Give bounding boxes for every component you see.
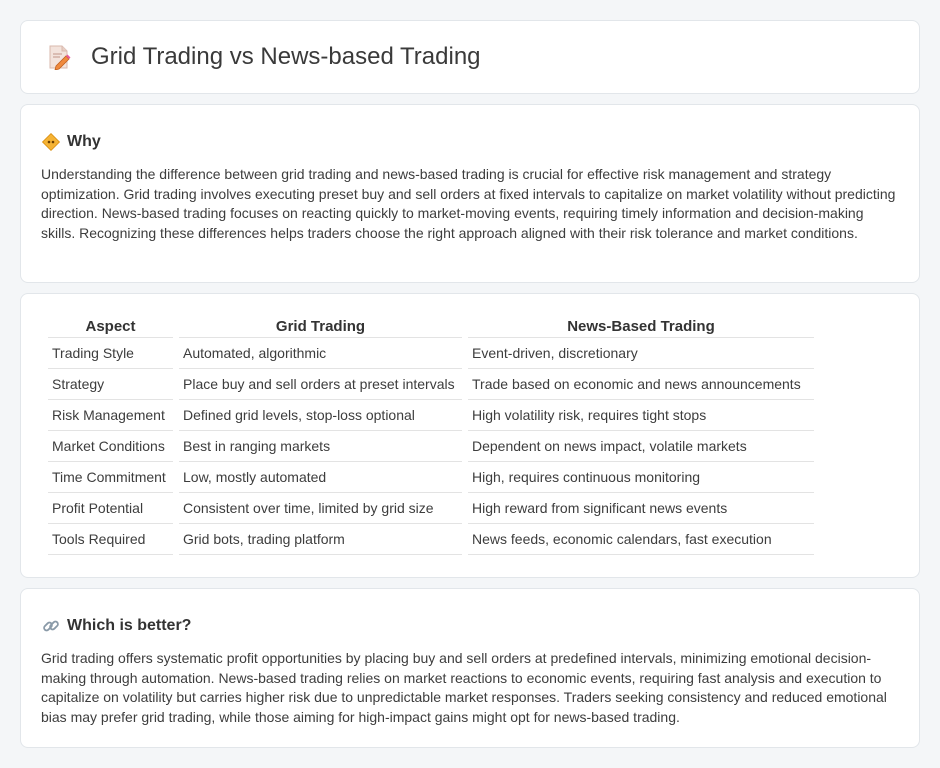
why-heading: Why bbox=[67, 133, 101, 150]
table-row: Market Conditions Best in ranging market… bbox=[48, 431, 814, 462]
which-is-better-section: Which is better? Grid trading offers sys… bbox=[20, 588, 920, 748]
why-heading-row: Why bbox=[21, 105, 919, 155]
page-title: Grid Trading vs News-based Trading bbox=[91, 43, 481, 70]
cell-aspect: Tools Required bbox=[48, 524, 173, 555]
cell-grid: Best in ranging markets bbox=[179, 431, 462, 462]
cell-grid: Low, mostly automated bbox=[179, 462, 462, 493]
cell-aspect: Risk Management bbox=[48, 400, 173, 431]
better-heading-row: Which is better? bbox=[21, 589, 919, 639]
comparison-table: Aspect Grid Trading News-Based Trading T… bbox=[42, 316, 820, 555]
cell-grid: Grid bots, trading platform bbox=[179, 524, 462, 555]
cell-aspect: Strategy bbox=[48, 369, 173, 400]
cell-grid: Automated, algorithmic bbox=[179, 338, 462, 369]
cell-grid: Defined grid levels, stop-loss optional bbox=[179, 400, 462, 431]
header-aspect: Aspect bbox=[48, 316, 173, 338]
cell-news: News feeds, economic calendars, fast exe… bbox=[468, 524, 814, 555]
table-row: Tools Required Grid bots, trading platfo… bbox=[48, 524, 814, 555]
better-text: Grid trading offers systematic profit op… bbox=[41, 650, 887, 725]
document-pencil-icon bbox=[49, 45, 71, 70]
cell-aspect: Profit Potential bbox=[48, 493, 173, 524]
cell-aspect: Time Commitment bbox=[48, 462, 173, 493]
better-heading: Which is better? bbox=[67, 617, 192, 634]
diamond-sign-icon bbox=[41, 132, 61, 152]
table-row: Trading Style Automated, algorithmic Eve… bbox=[48, 338, 814, 369]
header-news-trading: News-Based Trading bbox=[468, 316, 814, 338]
cell-aspect: Trading Style bbox=[48, 338, 173, 369]
cell-news: High volatility risk, requires tight sto… bbox=[468, 400, 814, 431]
cell-news: Event-driven, discretionary bbox=[468, 338, 814, 369]
header-grid-trading: Grid Trading bbox=[179, 316, 462, 338]
cell-aspect: Market Conditions bbox=[48, 431, 173, 462]
cell-news: Trade based on economic and news announc… bbox=[468, 369, 814, 400]
cell-grid: Consistent over time, limited by grid si… bbox=[179, 493, 462, 524]
comparison-section: Aspect Grid Trading News-Based Trading T… bbox=[20, 293, 920, 578]
cell-grid: Place buy and sell orders at preset inte… bbox=[179, 369, 462, 400]
cell-news: High, requires continuous monitoring bbox=[468, 462, 814, 493]
why-text: Understanding the difference between gri… bbox=[41, 166, 896, 241]
cell-news: High reward from significant news events bbox=[468, 493, 814, 524]
table-row: Strategy Place buy and sell orders at pr… bbox=[48, 369, 814, 400]
header-card: Grid Trading vs News-based Trading bbox=[20, 20, 920, 94]
cell-news: Dependent on news impact, volatile marke… bbox=[468, 431, 814, 462]
table-header-row: Aspect Grid Trading News-Based Trading bbox=[48, 316, 814, 338]
why-section: Why Understanding the difference between… bbox=[20, 104, 920, 283]
table-row: Profit Potential Consistent over time, l… bbox=[48, 493, 814, 524]
table-row: Time Commitment Low, mostly automated Hi… bbox=[48, 462, 814, 493]
table-row: Risk Management Defined grid levels, sto… bbox=[48, 400, 814, 431]
link-icon bbox=[43, 620, 59, 632]
